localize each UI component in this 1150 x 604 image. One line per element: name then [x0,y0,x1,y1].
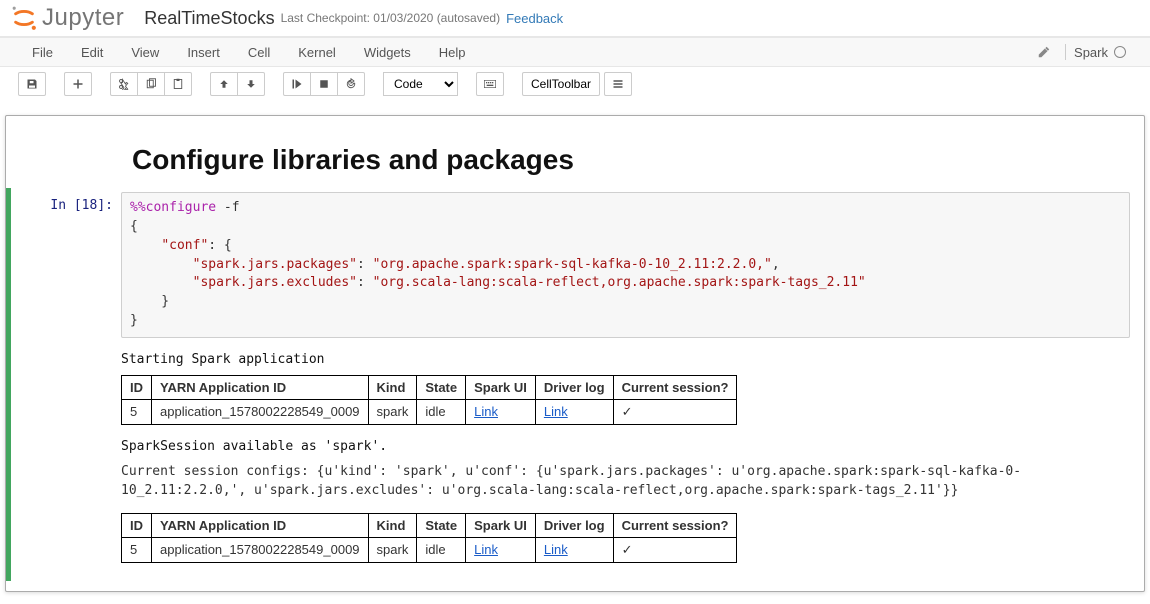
sparkui-link[interactable]: Link [474,542,498,557]
menu-widgets[interactable]: Widgets [350,39,425,66]
logo-text: Jupyter [42,4,124,32]
table-header-row: ID YARN Application ID Kind State Spark … [122,513,737,537]
checkpoint-text: Last Checkpoint: 01/03/2020 (autosaved) [281,11,500,25]
save-button[interactable] [18,72,46,96]
header-bar: Jupyter RealTimeStocks Last Checkpoint: … [0,0,1150,37]
driverlog-link[interactable]: Link [544,404,568,419]
kernel-name: Spark [1074,45,1108,60]
keyboard-button[interactable] [476,72,504,96]
edit-icon[interactable] [1037,45,1051,59]
move-down-button[interactable] [237,72,265,96]
keyboard-icon [484,78,496,90]
markdown-cell[interactable]: Configure libraries and packages [6,144,1144,176]
restart-icon [345,78,357,90]
spark-app-table-2: ID YARN Application ID Kind State Spark … [121,513,737,563]
menu-cell[interactable]: Cell [234,39,284,66]
toolbar: Code CellToolbar [0,67,1150,101]
sparkui-link[interactable]: Link [474,404,498,419]
table-row: 5 application_1578002228549_0009 spark i… [122,399,737,424]
code-input[interactable]: %%configure -f { "conf": { "spark.jars.p… [121,192,1130,338]
in-prompt: In [18]: [21,192,121,338]
toolbar-extra-button[interactable] [604,72,632,96]
stop-button[interactable] [310,72,338,96]
save-icon [26,78,38,90]
kernel-status-icon [1114,46,1126,58]
menu-edit[interactable]: Edit [67,39,117,66]
copy-icon [145,78,157,90]
jupyter-icon [10,4,38,32]
output-starting: Starting Spark application [121,352,1130,367]
output-area: Starting Spark application ID YARN Appli… [121,346,1130,577]
copy-button[interactable] [137,72,165,96]
menu-kernel[interactable]: Kernel [284,39,350,66]
arrow-down-icon [245,78,257,90]
menubar: File Edit View Insert Cell Kernel Widget… [0,37,1150,67]
arrow-up-icon [218,78,230,90]
add-cell-button[interactable] [64,72,92,96]
stop-icon [318,78,330,90]
output-session-avail: SparkSession available as 'spark'. [121,439,1130,454]
move-up-button[interactable] [210,72,238,96]
feedback-link[interactable]: Feedback [506,11,563,26]
menu-help[interactable]: Help [425,39,480,66]
notebook-container: Configure libraries and packages In [18]… [5,115,1145,592]
output-session-config: Current session configs: {u'kind': 'spar… [121,462,1130,501]
divider [1065,44,1066,60]
table-row: 5 application_1578002228549_0009 spark i… [122,537,737,562]
cut-icon [118,78,130,90]
spark-app-table-1: ID YARN Application ID Kind State Spark … [121,375,737,425]
driverlog-link[interactable]: Link [544,542,568,557]
plus-icon [72,78,84,90]
menu-insert[interactable]: Insert [173,39,234,66]
jupyter-logo[interactable]: Jupyter [10,4,124,32]
heading: Configure libraries and packages [132,144,1130,176]
paste-icon [172,78,184,90]
table-header-row: ID YARN Application ID Kind State Spark … [122,375,737,399]
cell-type-select[interactable]: Code [383,72,458,96]
code-cell[interactable]: In [18]: %%configure -f { "conf": { "spa… [6,188,1144,581]
cut-button[interactable] [110,72,138,96]
kernel-indicator: Spark [1074,45,1132,60]
notebook-name[interactable]: RealTimeStocks [144,8,274,29]
run-button[interactable] [283,72,311,96]
menu-view[interactable]: View [117,39,173,66]
menu-file[interactable]: File [18,39,67,66]
list-icon [612,78,624,90]
run-icon [291,78,303,90]
paste-button[interactable] [164,72,192,96]
celltoolbar-button[interactable]: CellToolbar [522,72,600,96]
restart-button[interactable] [337,72,365,96]
